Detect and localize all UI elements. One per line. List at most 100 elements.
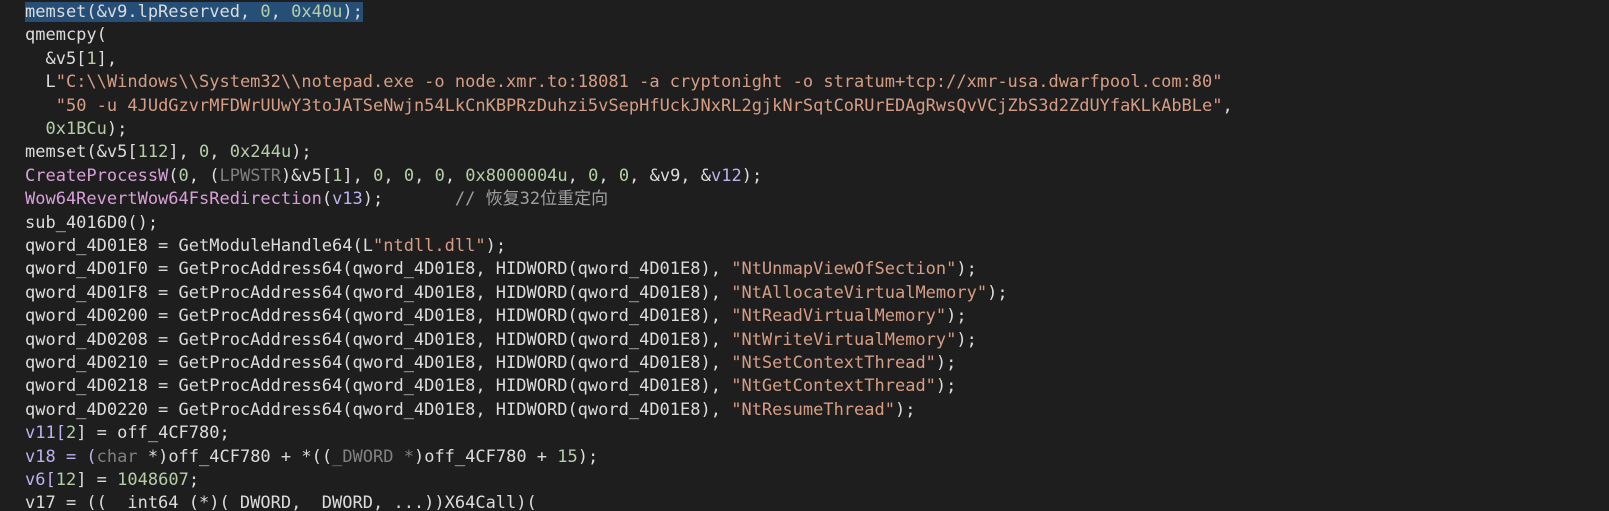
code-token: "ntdll.dll" (373, 236, 486, 256)
code-token: , (270, 2, 292, 22)
code-token: ); (485, 236, 507, 256)
code-token: ); (935, 353, 957, 373)
code-token: qword_4D0218 = GetProcAddress64(qword_4D… (25, 376, 732, 397)
code-token: , (1222, 95, 1233, 116)
code-token: qword_4D0208 = GetProcAddress64(qword_4D… (25, 329, 732, 350)
code-token: ( (168, 165, 179, 186)
code-token: 0x1BCu (45, 119, 107, 139)
code-line[interactable]: v11[2] = off_4CF780; (25, 421, 230, 445)
code-token: 0 (434, 165, 445, 186)
code-token: v18 = ( (25, 446, 97, 467)
code-token: qword_4D0220 = GetProcAddress64(qword_4D… (25, 399, 732, 420)
code-token: 0 (373, 165, 384, 186)
code-token: ); (956, 259, 977, 280)
code-token: , (414, 165, 435, 186)
code-line[interactable]: qword_4D0218 = GetProcAddress64(qword_4D… (25, 374, 956, 398)
code-line[interactable]: qword_4D01E8 = GetModuleHandle64(L"ntdll… (25, 234, 506, 258)
code-token: ], (168, 142, 200, 163)
code-line[interactable]: v18 = (char *)off_4CF780 + *((_DWORD *)o… (25, 445, 598, 469)
code-token: memset(&v5[ (25, 142, 138, 163)
code-token: qword_4D0210 = GetProcAddress64(qword_4D… (25, 353, 732, 373)
code-token: , &v9, & (629, 165, 712, 186)
code-token: qword_4D01F8 = GetProcAddress64(qword_4D… (25, 282, 732, 303)
code-token: ], (342, 165, 374, 186)
code-token: ); (935, 376, 957, 397)
code-token: , ( (188, 165, 220, 186)
code-token: )&v5[ (280, 165, 333, 186)
code-token: 0 (260, 2, 271, 22)
code-line[interactable]: sub_4016D0(); (25, 211, 158, 235)
code-token: 2 (65, 423, 77, 444)
code-token: )off_4CF780 + (413, 446, 558, 467)
code-token: qword_4D01E8 = GetModuleHandle64(L (25, 236, 373, 256)
code-token: *)off_4CF780 + *(( (137, 446, 333, 467)
code-token: ] = off_4CF780; (76, 423, 230, 444)
code-token: 0x244u (229, 142, 292, 163)
code-token: "NtReadVirtualMemory" (731, 306, 947, 327)
code-line[interactable]: L"C:\\Windows\\System32\\notepad.exe -o … (25, 70, 1223, 94)
code-token: 0 (178, 165, 189, 186)
code-token: ); (291, 142, 312, 163)
code-line[interactable]: v6[12] = 1048607; (25, 468, 199, 492)
code-token: 0x40u (291, 2, 343, 22)
code-token: , (444, 165, 466, 186)
code-line[interactable]: 0x1BCu); (25, 117, 127, 141)
code-token: ); (741, 165, 763, 186)
code-token: "NtSetContextThread" (731, 353, 936, 373)
code-line[interactable]: qmemcpy( (25, 23, 107, 47)
code-token: 0x8000004u (465, 165, 568, 186)
code-line[interactable]: qword_4D01F0 = GetProcAddress64(qword_4D… (25, 257, 977, 281)
code-token: L (25, 72, 56, 93)
code-token: "NtWriteVirtualMemory" (731, 329, 957, 350)
code-token: 112 (137, 142, 169, 163)
code-token: 0 (403, 165, 415, 186)
code-token: 1 (332, 165, 343, 186)
pseudocode-editor[interactable]: memset(&v9.lpReserved, 0, 0x40u); qmemcpy… (0, 0, 1609, 511)
code-token: "50 -u 4JUdGzvrMFDWrUUwY3toJATSeNwjn54Lk… (55, 95, 1223, 116)
code-line[interactable]: qword_4D0208 = GetProcAddress64(qword_4D… (25, 328, 977, 352)
code-token: qword_4D0200 = GetProcAddress64(qword_4D… (25, 306, 732, 327)
code-token: ], (96, 48, 118, 69)
code-token: , (383, 165, 404, 186)
code-line[interactable]: qword_4D0200 = GetProcAddress64(qword_4D… (25, 304, 967, 328)
code-token: CreateProcessW (25, 165, 169, 186)
code-token: ); (106, 119, 128, 139)
code-token: // 恢复32位重定向 (454, 189, 609, 210)
code-token: v6[ (25, 470, 56, 490)
code-token: sub_4016D0(); (25, 212, 159, 233)
code-token: LPWSTR (219, 165, 281, 186)
code-token: v12 (711, 165, 742, 186)
code-token: 0 (588, 165, 599, 186)
code-token: ); (946, 306, 967, 327)
code-line[interactable]: v17 = ((__int64 (*)(_DWORD, _DWORD, ...)… (25, 491, 537, 511)
code-token: ] = (76, 470, 118, 490)
code-token: ); (362, 189, 455, 210)
code-token: ( (321, 189, 333, 210)
code-token: qmemcpy( (25, 25, 107, 46)
code-line[interactable]: qword_4D0220 = GetProcAddress64(qword_4D… (25, 398, 915, 422)
code-token: "C:\\Windows\\System32\\notepad.exe -o n… (55, 72, 1223, 93)
code-token: 1 (86, 48, 97, 69)
code-token: _DWORD * (332, 446, 414, 467)
code-token: "NtUnmapViewOfSection" (731, 259, 957, 280)
code-token: "NtGetContextThread" (731, 376, 936, 397)
code-token: Wow64RevertWow64FsRedirection (25, 189, 322, 210)
code-token: 15 (557, 446, 578, 467)
code-line[interactable]: memset(&v9.lpReserved, 0, 0x40u); (25, 0, 363, 24)
code-line[interactable]: CreateProcessW(0, (LPWSTR)&v5[1], 0, 0, … (25, 164, 762, 188)
code-token: ); (956, 329, 977, 350)
code-line[interactable]: &v5[1], (25, 47, 117, 71)
code-token: 12 (55, 470, 77, 490)
code-token: , (567, 165, 589, 186)
code-line[interactable]: qword_4D0210 = GetProcAddress64(qword_4D… (25, 351, 956, 375)
code-token: , (598, 165, 619, 186)
code-token: qword_4D01F0 = GetProcAddress64(qword_4D… (25, 259, 732, 280)
code-line[interactable]: qword_4D01F8 = GetProcAddress64(qword_4D… (25, 281, 1008, 305)
code-line[interactable]: "50 -u 4JUdGzvrMFDWrUUwY3toJATSeNwjn54Lk… (25, 94, 1233, 118)
code-token: ); (894, 399, 916, 420)
code-line[interactable]: Wow64RevertWow64FsRedirection(v13); // 恢… (25, 187, 608, 211)
code-token: v11[ (25, 423, 66, 444)
code-line[interactable]: memset(&v5[112], 0, 0x244u); (25, 140, 312, 164)
